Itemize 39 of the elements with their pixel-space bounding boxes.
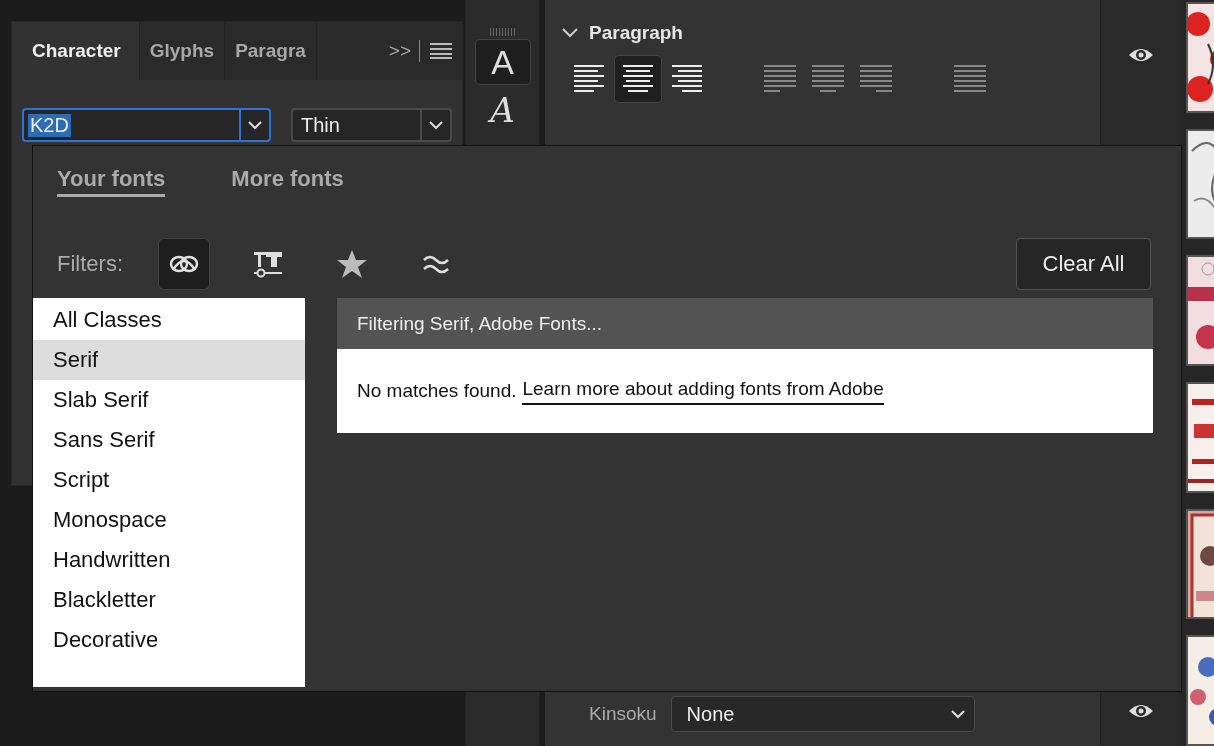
text-lines-icon[interactable] — [622, 65, 654, 93]
star-icon[interactable] — [336, 248, 368, 280]
font-style-field[interactable]: Thin — [291, 108, 452, 142]
chevron-down-icon[interactable] — [949, 709, 966, 719]
filters-label: Filters: — [57, 251, 123, 277]
message-text: No matches found. — [357, 380, 517, 402]
field-label: Kinsoku — [589, 703, 657, 725]
menu-icon[interactable] — [430, 43, 452, 59]
chevron-down-icon[interactable] — [428, 120, 444, 130]
class-item[interactable]: Handwritten — [33, 540, 305, 580]
panel-tab[interactable]: Character — [12, 22, 140, 80]
kinsoku-dropdown[interactable]: None — [670, 696, 975, 732]
align-center-button[interactable] — [615, 56, 661, 102]
class-item[interactable]: Blackletter — [33, 580, 305, 620]
learn-more-link[interactable]: Learn more about adding fonts from Adobe — [522, 377, 884, 405]
class-item[interactable]: Sans Serif — [33, 420, 305, 460]
popup-tab[interactable]: More fonts — [231, 166, 344, 197]
tool-button[interactable]: A — [475, 88, 530, 132]
status-bar: Filtering Serif, Adobe Fonts... — [337, 298, 1153, 349]
class-item[interactable]: Serif — [33, 340, 305, 380]
grip-handle[interactable] — [489, 28, 516, 36]
chevron-down-icon[interactable] — [561, 27, 579, 39]
class-item[interactable]: Slab Serif — [33, 380, 305, 420]
class-item[interactable]: Script — [33, 460, 305, 500]
chevron-down-icon[interactable] — [247, 120, 263, 130]
section-title: Paragraph — [589, 22, 683, 44]
eye-icon[interactable] — [1127, 702, 1154, 720]
text-lines-icon[interactable] — [670, 65, 702, 93]
filter-button[interactable] — [159, 239, 209, 289]
class-item[interactable]: Monospace — [33, 500, 305, 540]
tool-button[interactable]: A — [475, 40, 530, 84]
font-family-field[interactable]: K2D — [22, 108, 271, 142]
clear-all-button[interactable]: Clear All — [1016, 238, 1151, 290]
eye-icon[interactable] — [1127, 46, 1154, 64]
overflow-button[interactable]: >> — [380, 40, 419, 62]
popup-tab[interactable]: Your fonts — [57, 166, 166, 197]
class-item[interactable]: Decorative — [33, 620, 305, 660]
text-lines-icon[interactable] — [574, 65, 606, 93]
class-item[interactable]: All Classes — [33, 300, 305, 340]
